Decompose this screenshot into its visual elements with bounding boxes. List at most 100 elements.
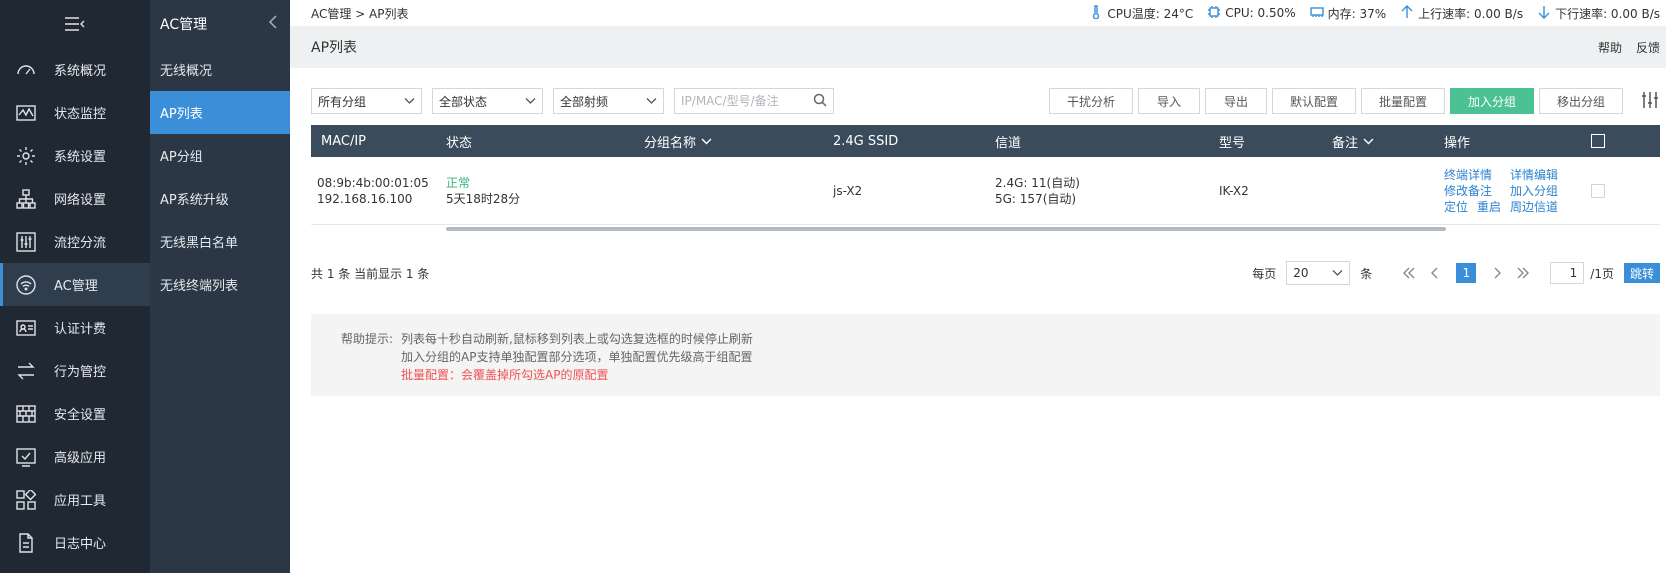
chevron-down-icon [525,94,536,108]
join-group-link[interactable]: 加入分组 [1510,183,1558,199]
help-link[interactable]: 帮助 [1598,39,1622,56]
sidebar-item-flow-control[interactable]: 流控分流 [0,220,150,263]
table-row: 08:9b:4b:00:01:05 192.168.16.100 正常 5天18… [311,157,1660,225]
jump-button[interactable]: 跳转 [1623,263,1660,283]
sidebar-item-label: 高级应用 [54,451,107,466]
page-size-value: 20 [1293,266,1309,280]
help-box: 帮助提示: 列表每十秒自动刷新,鼠标移到列表上或勾选复选框的时候停止刷新 加入分… [311,314,1660,396]
cpu-value: CPU: 0.50% [1225,6,1296,20]
sidebar-item-advanced[interactable]: 高级应用 [0,435,150,478]
checkbox-box [1591,134,1605,148]
upload-value: 上行速率: 0.00 B/s [1418,6,1524,21]
menu-collapse-icon[interactable] [0,0,150,48]
sub-item-blackwhite-list[interactable]: 无线黑白名单 [150,220,290,263]
dashboard-icon [15,59,37,81]
current-page[interactable]: 1 [1456,263,1477,283]
client-details-link[interactable]: 终端详情 [1444,167,1501,183]
sidebar-item-label: AC管理 [54,279,98,294]
search-icon[interactable] [813,93,827,110]
main-sidebar: 系统概况 状态监控 系统设置 网络设置 流控分流 AC管理 认证计费 行为管控 … [0,0,150,573]
help-line: 列表每十秒自动刷新,鼠标移到列表上或勾选复选框的时候停止刷新 [401,332,753,346]
page-size-select[interactable]: 20 [1286,261,1351,285]
reboot-link[interactable]: 重启 [1477,199,1501,215]
import-button[interactable]: 导入 [1138,88,1200,114]
sidebar-item-label: 系统概况 [54,64,107,79]
network-icon [15,188,37,210]
group-filter-value: 所有分组 [318,94,367,109]
sub-sidebar: AC管理 无线概况 AP列表 AP分组 AP系统升级 无线黑白名单 无线终端列表 [150,0,290,573]
page-title: AP列表 [311,40,358,56]
select-all-checkbox[interactable] [1591,125,1605,157]
batch-config-button[interactable]: 批量配置 [1361,88,1445,114]
search-input[interactable] [681,94,801,108]
chevron-down-icon [1332,266,1343,280]
sub-item-wireless-overview[interactable]: 无线概况 [150,48,290,91]
sub-item-ap-list[interactable]: AP列表 [150,91,290,134]
total-pages: /1页 [1590,266,1614,281]
sub-sidebar-title: AC管理 [160,17,208,33]
sidebar-item-ac-management[interactable]: AC管理 [0,263,150,306]
sidebar-item-network-settings[interactable]: 网络设置 [0,177,150,220]
ap-table: MAC/IP 状态 分组名称 2.4G SSID 信道 型号 备注 操作 08:… [311,125,1660,231]
sidebar-item-app-tools[interactable]: 应用工具 [0,478,150,521]
per-page-label: 每页 [1252,266,1277,281]
per-page-unit: 条 [1360,266,1373,281]
prev-page-icon[interactable] [1425,263,1445,283]
upload-stat: 上行速率: 0.00 B/s [1400,4,1524,22]
feedback-link[interactable]: 反馈 [1636,39,1660,56]
horizontal-scrollbar[interactable] [446,227,1446,231]
column-settings-icon[interactable] [1640,90,1660,113]
col-remark[interactable]: 备注 [1332,125,1374,157]
sidebar-item-system-settings[interactable]: 系统设置 [0,134,150,177]
chevron-down-icon [646,94,657,108]
ap-ip: 192.168.16.100 [317,192,413,206]
edit-remark-link[interactable]: 修改备注 [1444,183,1501,199]
sub-item-client-list[interactable]: 无线终端列表 [150,263,290,306]
chevron-left-icon[interactable] [268,15,278,33]
col-channel: 信道 [995,135,1022,151]
sidebar-item-security[interactable]: 安全设置 [0,392,150,435]
col-mac-ip: MAC/IP [321,133,367,149]
document-icon [15,532,37,554]
sidebar-item-behavior-control[interactable]: 行为管控 [0,349,150,392]
first-page-icon[interactable] [1399,263,1419,283]
sidebar-item-monitor[interactable]: 状态监控 [0,91,150,134]
sidebar-item-auth-billing[interactable]: 认证计费 [0,306,150,349]
monitor-icon [15,102,37,124]
status-badge: 正常 [446,176,471,190]
add-to-group-button[interactable]: 加入分组 [1450,88,1534,114]
next-page-icon[interactable] [1487,263,1507,283]
sidebar-item-label: 安全设置 [54,408,107,423]
memory-icon [1309,5,1324,22]
band-filter-select[interactable]: 全部射频 [553,88,664,114]
locate-link[interactable]: 定位 [1444,199,1468,215]
page-number-input[interactable] [1550,262,1585,284]
default-config-button[interactable]: 默认配置 [1272,88,1356,114]
breadcrumb: AC管理 > AP列表 [311,6,409,21]
status-filter-select[interactable]: 全部状态 [432,88,543,114]
cell-ops: 终端详情 详情编辑 修改备注 加入分组 定位 重启 周边信道 [1444,157,1558,225]
col-ops: 操作 [1444,135,1471,151]
sidebar-item-label: 日志中心 [54,537,107,552]
sub-item-ap-upgrade[interactable]: AP系统升级 [150,177,290,220]
last-page-icon[interactable] [1513,263,1533,283]
wifi-icon [15,274,37,296]
export-button[interactable]: 导出 [1205,88,1267,114]
memory-stat: 内存: 37% [1309,5,1386,22]
ap-uptime: 5天18时28分 [446,192,521,206]
header-links: 帮助 反馈 [1598,39,1660,56]
status-filter-value: 全部状态 [439,94,488,109]
col-group[interactable]: 分组名称 [644,125,712,157]
remove-from-group-button[interactable]: 移出分组 [1539,88,1623,114]
sidebar-item-log-center[interactable]: 日志中心 [0,521,150,564]
group-filter-select[interactable]: 所有分组 [311,88,422,114]
row-checkbox[interactable] [1591,157,1605,225]
cell-channel: 2.4G: 11(自动) 5G: 157(自动) [995,157,1080,225]
sidebar-item-overview[interactable]: 系统概况 [0,48,150,91]
edit-details-link[interactable]: 详情编辑 [1510,167,1558,183]
cell-mac-ip: 08:9b:4b:00:01:05 192.168.16.100 [317,157,429,225]
interference-analysis-button[interactable]: 干扰分析 [1049,88,1133,114]
nearby-channels-link[interactable]: 周边信道 [1510,199,1558,215]
page-title-bar: AP列表 帮助 反馈 [290,26,1666,68]
sub-item-ap-group[interactable]: AP分组 [150,134,290,177]
